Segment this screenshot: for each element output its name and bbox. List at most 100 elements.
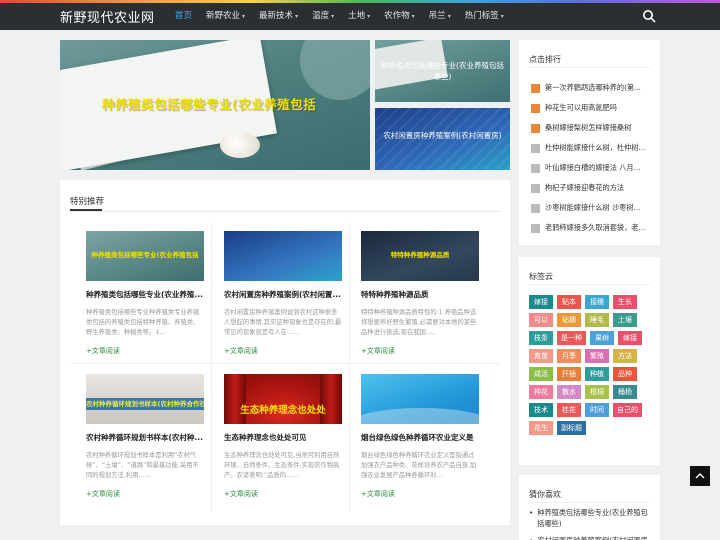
rank-badge [531, 123, 540, 133]
nav-item[interactable]: 温度 ▾ [305, 3, 341, 30]
tag-link[interactable]: 是一种 [557, 331, 586, 345]
tag-link[interactable]: 果树 [590, 331, 614, 345]
hot-list: 第一次养鹦鹉选哪种养的(第... 种花生可以用高氮肥吗 桑树嫁接梨树怎样嫁接桑树 杜仲… [531, 78, 651, 238]
tag-link[interactable]: 生长 [613, 295, 637, 309]
article-card: 烟台绿色绿色种养循环农业定义是 烟台绿色绿色种养循环农业定义是指通过加强农产品种类… [361, 374, 479, 499]
tag-link[interactable]: 贴本 [557, 295, 581, 309]
tag-link[interactable]: 睡毛 [585, 313, 609, 327]
rank-badge [531, 103, 540, 113]
divider [529, 67, 650, 68]
article-thumbnail[interactable]: 农村种养循环规划书样本(农村种养合作社实施方案和规划) [86, 374, 204, 424]
search-icon[interactable] [642, 9, 656, 23]
tag-link[interactable]: 花生 [529, 421, 553, 435]
tag-link[interactable]: 梧桐 [585, 385, 609, 399]
curtain-shape [320, 374, 342, 424]
article-thumbnail[interactable]: 特特种养殖种源品质 [361, 231, 479, 281]
hot-list-item[interactable]: 第一次养鹦鹉选哪种养的(第... [531, 78, 651, 98]
nav-item[interactable]: 首页 [168, 3, 199, 30]
divider [529, 284, 650, 285]
site-logo[interactable]: 新野现代农业网 [60, 7, 155, 26]
site-header: 新野现代农业网 首页 新野农业 ▾ 最新技术 ▾ 温度 ▾ 土地 ▾ 农作物 ▾ 吊兰 ▾ 热门标签 ▾ [0, 3, 720, 30]
tag-link[interactable]: 技术 [529, 403, 553, 417]
featured-section: 特别推荐 种养殖类包括哪些专业(农业养殖包括 种养殖类包括哪些专业(农业养殖...… [60, 180, 510, 525]
tag-link[interactable]: 时间 [585, 403, 609, 417]
side-card-caption[interactable]: 种养殖类包括哪些专业(农业养殖包括哪些) [381, 60, 504, 82]
nav-item[interactable]: 吊兰 ▾ [422, 3, 458, 30]
divider [349, 222, 350, 512]
nav-item[interactable]: 新野农业 ▾ [199, 3, 252, 30]
article-thumbnail[interactable] [361, 374, 479, 424]
article-title[interactable]: 种养殖类包括哪些专业(农业养殖... [86, 289, 204, 300]
thumbnail-caption: 农村种养循环规划书样本(农村种养合作社实施方案和规划) [86, 398, 204, 410]
tag-link[interactable]: 品种 [613, 367, 637, 381]
article-card: 农村闲置房种养殖案例(农村闲置... 农村闲置房种养殖案例说到农村这种很多人想起的… [224, 231, 342, 356]
hot-list-item[interactable]: 叶仙嫁接白槽的嫁接法 八月... [531, 158, 651, 178]
tag-link[interactable]: 枝条 [529, 331, 553, 345]
nav-item[interactable]: 土地 ▾ [341, 3, 377, 30]
tag-link[interactable]: 自己的 [613, 403, 642, 417]
read-more-link[interactable]: +文章阅读 [86, 489, 204, 499]
article-card: 种养殖类包括哪些专业(农业养殖包括 种养殖类包括哪些专业(农业养殖... 种养殖类包… [86, 231, 204, 356]
hot-list-item[interactable]: 种花生可以用高氮肥吗 [531, 98, 651, 118]
tag-link[interactable]: 桂花 [557, 403, 581, 417]
side-feature-card[interactable]: 种养殖类包括哪些专业(农业养殖包括哪些) [375, 40, 510, 102]
read-more-link[interactable]: +文章阅读 [86, 346, 204, 356]
hot-list-item[interactable]: 桑树嫁接梨树怎样嫁接桑树 [531, 118, 651, 138]
tag-link[interactable]: 月季 [557, 349, 581, 363]
tag-link[interactable]: 土壤 [613, 313, 637, 327]
nav-item[interactable]: 最新技术 ▾ [252, 3, 305, 30]
tag-link[interactable]: 接穗 [585, 295, 609, 309]
bullet-icon: • [529, 535, 533, 540]
tag-link[interactable]: 嫁接 [529, 295, 553, 309]
nav-item[interactable]: 农作物 ▾ [377, 3, 422, 30]
chevron-down-icon: ▾ [447, 13, 451, 20]
read-more-link[interactable]: +文章阅读 [224, 489, 342, 499]
article-title[interactable]: 生态种养理念也处处可见 [224, 432, 342, 443]
tag-link[interactable]: 繁殖 [585, 349, 609, 363]
nav-item-label: 最新技术 [259, 11, 294, 21]
nav-item[interactable]: 热门标签 ▾ [458, 3, 511, 30]
side-feature-card[interactable]: 农村闲置房种养殖案例(农村闲置房) [375, 108, 510, 170]
read-more-link[interactable]: +文章阅读 [361, 346, 479, 356]
article-title[interactable]: 特特种养殖种源品质 [361, 289, 479, 300]
hot-list-item[interactable]: 沙枣树能嫁接什么树 沙枣树... [531, 198, 651, 218]
hot-list-item[interactable]: 杜仲树能嫁接什么树，杜仲树... [531, 138, 651, 158]
rank-badge [531, 83, 540, 93]
article-thumbnail[interactable]: 种养殖类包括哪些专业(农业养殖包括 [86, 231, 204, 281]
tag-link[interactable]: 砧穗 [557, 313, 581, 327]
tag-link[interactable]: 桶杨 [613, 385, 637, 399]
nav-item-label: 新野农业 [206, 11, 241, 21]
slide-title[interactable]: 种养殖类包括哪些专业(农业养殖包括 [102, 94, 316, 113]
tag-link[interactable]: 扦插 [557, 367, 581, 381]
article-excerpt: 农村种养循环规划书样本是利用“农村气候”、“土壤”、“道路”和最基功能,采用不同… [86, 452, 199, 479]
hot-list-item[interactable]: 枸杞子嫁接迎春花的方法 [531, 178, 651, 198]
guess-list-item[interactable]: • 种养殖类包括哪些专业(农业养殖包括哪些) [529, 507, 654, 529]
article-title[interactable]: 烟台绿色绿色种养循环农业定义是 [361, 432, 479, 443]
thumbnail-caption: 生态种养理念也处处 [240, 405, 326, 416]
rank-badge [531, 183, 540, 193]
article-thumbnail[interactable] [224, 231, 342, 281]
hero-slider[interactable]: 种养殖类包括哪些专业(农业养殖包括 [60, 40, 370, 170]
arrow-up-icon [695, 473, 705, 479]
tag-link[interactable]: 嫁接 [618, 331, 642, 345]
tag-link[interactable]: 育苗 [529, 349, 553, 363]
article-title[interactable]: 农村种养循环规划书样本(农村种... [86, 432, 204, 443]
tag-link[interactable]: 散水 [557, 385, 581, 399]
side-card-caption[interactable]: 农村闲置房种养殖案例(农村闲置房) [381, 130, 504, 141]
guess-list-item[interactable]: • 农村闲置房种养殖案例(农村闲置房 [529, 535, 654, 540]
tag-link[interactable]: 方法 [613, 349, 637, 363]
hot-list-item[interactable]: 老鸦柿嫁接多久取消套袋，老... [531, 218, 651, 238]
tag-link[interactable]: 种植 [585, 367, 609, 381]
tag-link[interactable]: 成活 [529, 367, 553, 381]
read-more-link[interactable]: +文章阅读 [224, 346, 342, 356]
article-title[interactable]: 农村闲置房种养殖案例(农村闲置... [224, 289, 342, 300]
tag-link[interactable]: 种花 [529, 385, 553, 399]
slide-image-flower [220, 132, 260, 158]
tag-link[interactable]: 可以 [529, 313, 553, 327]
back-to-top-button[interactable] [690, 466, 710, 486]
divider [529, 502, 650, 503]
read-more-link[interactable]: +文章阅读 [361, 489, 479, 499]
curtain-shape [224, 374, 246, 424]
tag-link[interactable]: 副标题 [557, 421, 586, 435]
article-thumbnail[interactable]: 生态种养理念也处处 [224, 374, 342, 424]
